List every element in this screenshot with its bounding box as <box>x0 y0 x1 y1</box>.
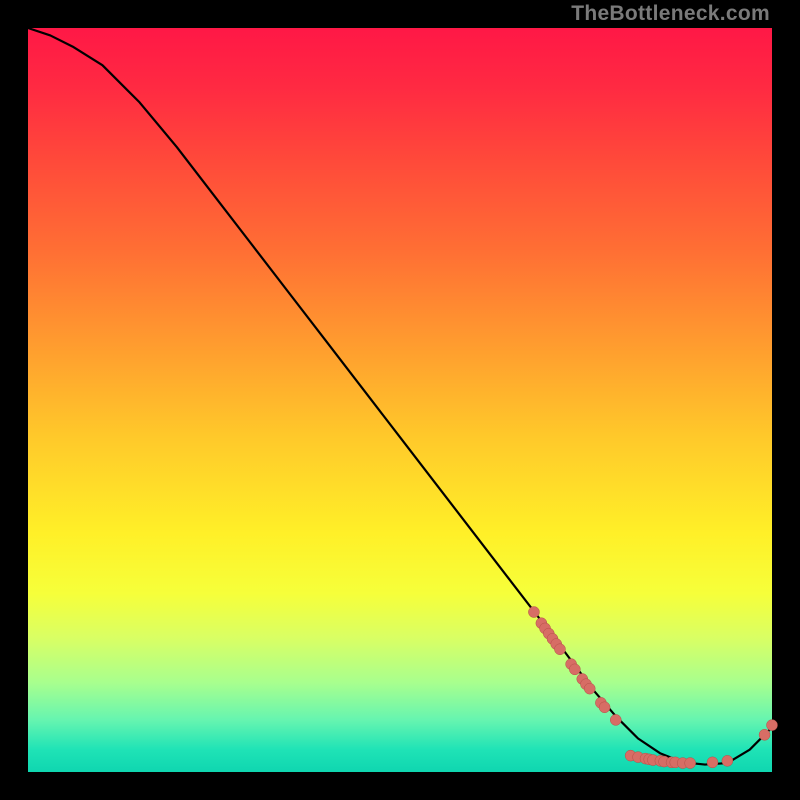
data-marker <box>610 714 621 725</box>
data-marker <box>599 702 610 713</box>
data-marker <box>528 607 539 618</box>
chart-stage: TheBottleneck.com <box>0 0 800 800</box>
watermark-label: TheBottleneck.com <box>571 2 770 26</box>
data-marker <box>722 755 733 766</box>
chart-svg <box>28 28 772 772</box>
data-marker <box>685 758 696 769</box>
data-marker <box>569 664 580 675</box>
data-marker <box>767 720 778 731</box>
data-markers <box>528 607 777 769</box>
chart-plot-area <box>28 28 772 772</box>
data-marker <box>554 644 565 655</box>
data-marker <box>707 757 718 768</box>
data-marker <box>584 683 595 694</box>
bottleneck-curve <box>28 28 772 765</box>
data-marker <box>759 729 770 740</box>
